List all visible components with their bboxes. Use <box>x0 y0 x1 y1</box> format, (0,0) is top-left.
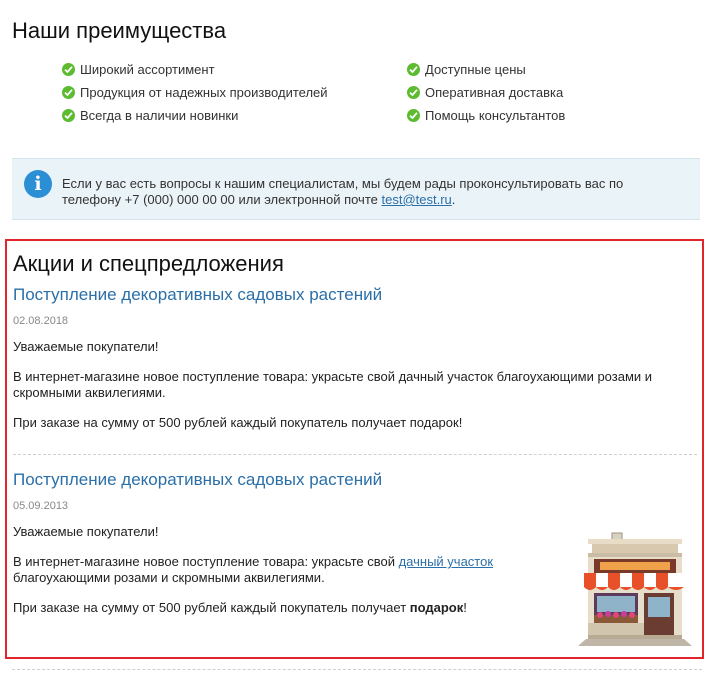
promo-title: Акции и спецпредложения <box>13 251 284 276</box>
advantage-label: Доступные цены <box>425 62 526 77</box>
article-bold-text: подарок <box>409 600 464 615</box>
article-paragraph: При заказе на сумму от 500 рублей каждый… <box>13 415 463 430</box>
article-text: ! <box>463 600 467 615</box>
advantages-list-left: Широкий ассортимент Продукция от надежны… <box>62 58 328 127</box>
check-icon <box>407 109 420 122</box>
article-inline-link[interactable]: дачный участок <box>399 554 493 569</box>
advantage-label: Широкий ассортимент <box>80 62 215 77</box>
advantage-item: Помощь консультантов <box>407 104 565 127</box>
article-divider <box>13 454 697 455</box>
article-date: 02.08.2018 <box>13 315 69 327</box>
advantage-label: Оперативная доставка <box>425 85 564 100</box>
advantages-title: Наши преимущества <box>12 18 227 43</box>
shop-icon <box>578 532 692 646</box>
article-paragraph: В интернет-магазине новое поступление то… <box>13 554 553 586</box>
promo-article: Поступление декоративных садовых растени… <box>13 285 701 431</box>
advantage-label: Всегда в наличии новинки <box>80 108 239 123</box>
promo-section: Акции и спецпредложения Поступление деко… <box>5 239 704 659</box>
check-icon <box>62 63 75 76</box>
bottom-divider <box>12 669 702 670</box>
check-icon <box>62 109 75 122</box>
advantage-item: Продукция от надежных производителей <box>62 81 328 104</box>
article-text: В интернет-магазине новое поступление то… <box>13 554 399 569</box>
advantage-label: Помощь консультантов <box>425 108 566 123</box>
advantages-list-right: Доступные цены Оперативная доставка Помо… <box>407 58 565 127</box>
info-icon: i <box>24 170 52 198</box>
advantage-item: Широкий ассортимент <box>62 58 328 81</box>
article-greeting: Уважаемые покупатели! <box>13 339 159 354</box>
advantage-item: Доступные цены <box>407 58 565 81</box>
advantage-item: Оперативная доставка <box>407 81 565 104</box>
check-icon <box>407 63 420 76</box>
info-text-body: Если у вас есть вопросы к нашим специали… <box>62 176 624 207</box>
info-text: Если у вас есть вопросы к нашим специали… <box>62 176 682 208</box>
article-title-link[interactable]: Поступление декоративных садовых растени… <box>13 285 701 305</box>
advantage-label: Продукция от надежных производителей <box>80 85 328 100</box>
article-text: При заказе на сумму от 500 рублей каждый… <box>13 600 410 615</box>
check-icon <box>62 86 75 99</box>
article-text: благоухающими розами и скромными аквилег… <box>13 570 325 585</box>
info-box: i Если у вас есть вопросы к нашим специа… <box>12 158 700 220</box>
advantage-item: Всегда в наличии новинки <box>62 104 328 127</box>
article-date: 05.09.2013 <box>13 500 69 512</box>
check-icon <box>407 86 420 99</box>
article-paragraph: В интернет-магазине новое поступление то… <box>13 369 653 400</box>
email-link[interactable]: test@test.ru <box>381 192 451 207</box>
article-title-link[interactable]: Поступление декоративных садовых растени… <box>13 470 701 490</box>
info-text-end: . <box>451 192 456 207</box>
